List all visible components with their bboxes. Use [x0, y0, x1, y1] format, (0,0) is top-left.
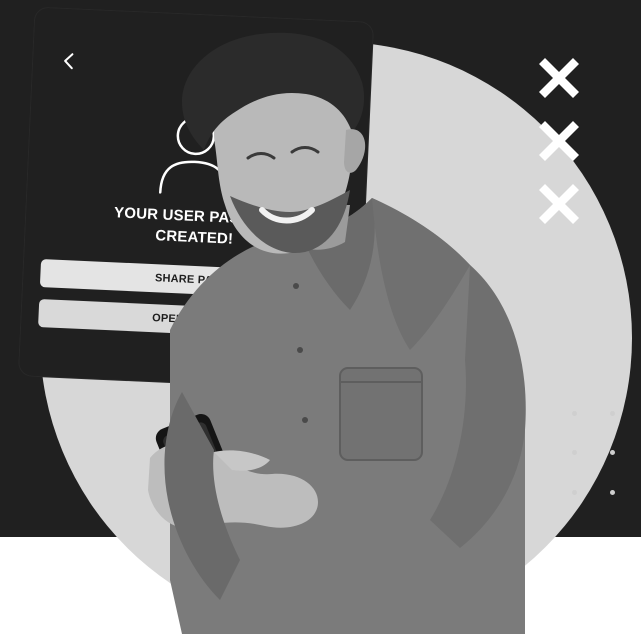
smiling-man-with-phone-image [148, 32, 526, 634]
